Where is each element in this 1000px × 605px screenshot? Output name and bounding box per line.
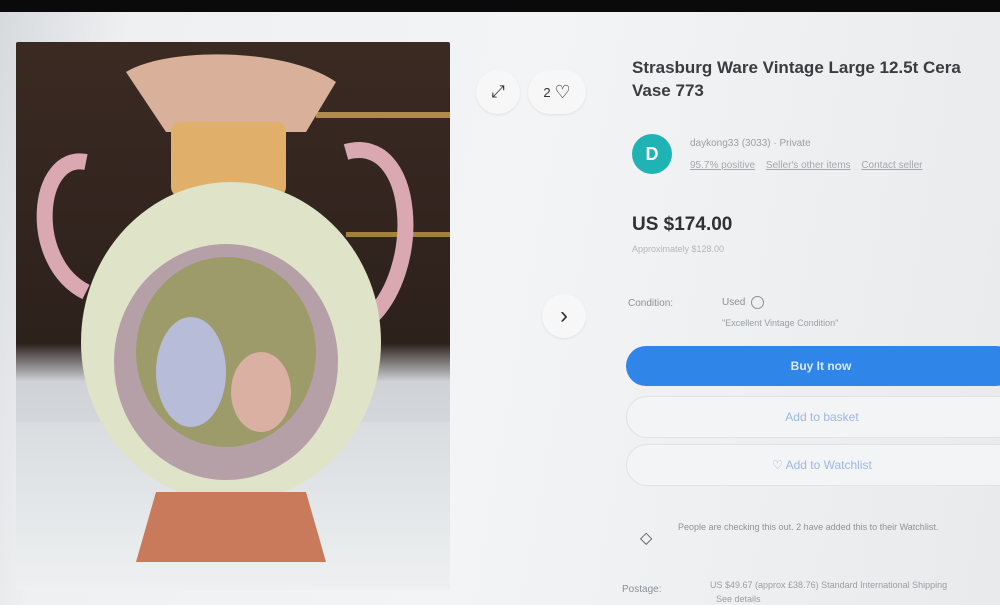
condition-label: Condition: xyxy=(628,298,674,309)
watch-count: 2 xyxy=(543,84,551,100)
seller-avatar[interactable]: D xyxy=(632,134,672,174)
next-image-button[interactable]: › xyxy=(542,294,586,338)
heart-icon: ♡ xyxy=(554,81,571,102)
buy-it-now-button[interactable]: Buy It now xyxy=(626,346,1000,386)
listing-title: Strasburg Ware Vintage Large 12.5t Cera … xyxy=(632,56,1000,102)
add-to-basket-button[interactable]: Add to basket xyxy=(626,396,1000,438)
seller-links: 95.7% positive Seller's other items Cont… xyxy=(690,160,930,171)
title-line-2: Vase 773 xyxy=(632,81,704,100)
condition-value: Used xyxy=(722,296,765,309)
contact-seller-link[interactable]: Contact seller xyxy=(861,160,922,171)
vase-illustration xyxy=(36,54,414,562)
vase-handle-left xyxy=(36,153,91,300)
listing-page: ⤢ 2 ♡ › Strasburg Ware Vintage Large 12.… xyxy=(0,12,1000,605)
price: US $174.00 xyxy=(632,214,733,235)
condition-note: "Excellent Vintage Condition" xyxy=(722,318,839,328)
watchers-promo-text: People are checking this out. 2 have add… xyxy=(678,522,939,532)
product-photo[interactable] xyxy=(16,42,450,590)
postage-text: US $49.67 (approx £38.76) Standard Inter… xyxy=(710,580,948,590)
info-icon[interactable] xyxy=(751,296,765,309)
postage-details-link[interactable]: See details xyxy=(716,594,761,604)
seller-name[interactable]: daykong33 (3033) · Private xyxy=(690,138,811,149)
medallion-figure xyxy=(231,352,291,432)
medallion-figure xyxy=(156,317,226,427)
expand-icon: ⤢ xyxy=(491,82,505,101)
approx-price: Approximately $128.00 xyxy=(632,244,725,254)
watch-count-button[interactable]: 2 ♡ xyxy=(528,70,586,114)
add-to-watchlist-button[interactable]: ♡ Add to Watchlist xyxy=(626,444,1000,486)
postage-label: Postage: xyxy=(622,584,662,595)
condition-text: Used xyxy=(722,297,746,309)
vase-rim xyxy=(126,54,336,132)
top-black-bar xyxy=(0,0,1000,12)
diamond-icon: ◇ xyxy=(640,530,653,547)
expand-button[interactable]: ⤢ xyxy=(476,70,520,114)
chevron-right-icon: › xyxy=(560,302,568,329)
title-line-1: Strasburg Ware Vintage Large 12.5t Cera xyxy=(632,58,961,77)
seller-feedback-link[interactable]: 95.7% positive xyxy=(690,160,755,171)
vase-foot xyxy=(136,492,326,562)
seller-other-items-link[interactable]: Seller's other items xyxy=(766,160,851,171)
